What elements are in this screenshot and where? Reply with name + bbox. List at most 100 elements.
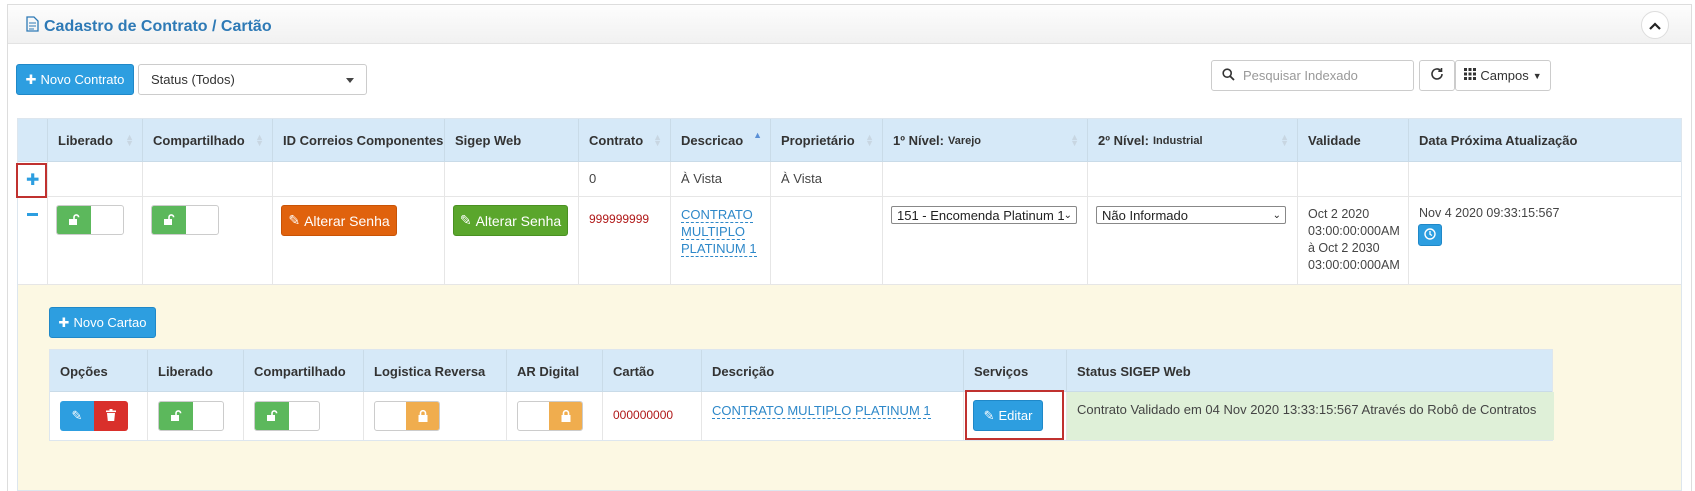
col-logistica-reversa[interactable]: Logistica Reversa (363, 350, 506, 393)
edit-card-button[interactable]: ✎ (60, 401, 94, 431)
status-select[interactable]: Status (Todos) (138, 64, 367, 95)
edit-icon: ✎ (288, 212, 301, 228)
services-highlight (965, 390, 1064, 440)
col-servicos[interactable]: Serviços (963, 350, 1066, 393)
card-descricao-link[interactable]: CONTRATO MULTIPLO PLATINUM 1 (712, 403, 931, 419)
col-opcoes[interactable]: Opções (50, 350, 147, 393)
col-status-sigep[interactable]: Status SIGEP Web (1066, 350, 1554, 393)
cell-id-correios (272, 162, 444, 196)
unlock-icon (57, 206, 91, 234)
unlock-icon (152, 206, 186, 234)
cell-descricao: CONTRATO MULTIPLO PLATINUM 1 (670, 197, 770, 284)
grid-icon (1464, 68, 1477, 83)
panel-header: Cadastro de Contrato / Cartão (8, 5, 1691, 44)
collapse-button[interactable] (1641, 11, 1669, 39)
cell-compartilhado (142, 162, 272, 196)
col-liberado[interactable]: Liberado ▲ ▼ (47, 119, 142, 162)
cell-validade: Oct 2 2020 03:00:00:000AM à Oct 2 2030 0… (1297, 197, 1408, 284)
caret-down-icon: ▼ (1532, 70, 1542, 81)
cell-validade (1297, 162, 1408, 196)
nivel-1-select[interactable]: 151 - Encomenda Platinum 1 ⌄ (891, 206, 1077, 224)
cards-header: Opções Liberado Compartilhado Logistica … (50, 350, 1554, 393)
cell-nivel-2 (1087, 162, 1297, 196)
panel-title: Cadastro de Contrato / Cartão (26, 16, 272, 37)
plus-icon: ✚ (25, 71, 37, 87)
lock-icon (406, 402, 439, 430)
nivel-2-select[interactable]: Não Informado ⌄ (1096, 206, 1286, 224)
col-validade[interactable]: Validade (1297, 119, 1408, 162)
card-liberado-toggle[interactable] (158, 401, 224, 431)
refresh-button[interactable] (1419, 60, 1455, 91)
edit-icon: ✎ (71, 408, 83, 423)
search-icon (1222, 67, 1235, 84)
schedule-button[interactable] (1418, 224, 1442, 246)
cell-liberado (47, 197, 142, 284)
chevron-down-icon: ⌄ (1272, 210, 1281, 221)
table-row[interactable]: ✎ Alterar Senha ✎ Alterar Senha 99999999… (18, 197, 1681, 285)
logistica-reversa-toggle[interactable] (374, 401, 440, 431)
collapse-cell[interactable] (18, 197, 47, 284)
col-nivel-2[interactable]: 2º Nível: Industrial ▲ ▼ (1087, 119, 1297, 162)
descricao-link[interactable]: CONTRATO MULTIPLO PLATINUM 1 (681, 206, 760, 257)
card-compartilhado-toggle[interactable] (254, 401, 320, 431)
cell-status-sigep: Contrato Validado em 04 Nov 2020 13:33:1… (1066, 392, 1554, 440)
cell-liberado (47, 162, 142, 196)
sort-icon: ▲ ▼ (255, 132, 264, 148)
contract-detail: ✚ Novo Cartao Opções Liberado Compartilh… (18, 285, 1681, 490)
col-descricao[interactable]: Descricao ▲ (670, 119, 770, 162)
cell-data-proxima (1408, 162, 1681, 196)
cell-compartilhado (142, 197, 272, 284)
col-nivel-1[interactable]: 1º Nível: Varejo ▲ ▼ (882, 119, 1087, 162)
alterar-senha-sigep-button[interactable]: ✎ Alterar Senha (453, 205, 568, 236)
col-proprietario[interactable]: Proprietário ▲ ▼ (770, 119, 882, 162)
col-liberado[interactable]: Liberado (147, 350, 243, 393)
col-compartilhado[interactable]: Compartilhado (243, 350, 363, 393)
col-sigep-web[interactable]: Sigep Web (444, 119, 578, 162)
grid-header: Liberado ▲ ▼ Compartilhado ▲ ▼ ID Correios C… (18, 119, 1681, 162)
cell-contrato: 999999999 (578, 197, 670, 284)
sort-icon: ▲ ▼ (1070, 132, 1079, 148)
table-row[interactable]: ✚ 0 À Vista À Vista (18, 162, 1681, 197)
col-descricao[interactable]: Descrição (701, 350, 963, 393)
minus-icon[interactable] (27, 213, 38, 216)
cell-nivel-2: Não Informado ⌄ (1087, 197, 1297, 284)
cell-proprietario (770, 197, 882, 284)
cell-cartao: 000000000 (602, 392, 701, 440)
col-cartao[interactable]: Cartão (602, 350, 701, 393)
cell-logistica-reversa (363, 392, 506, 440)
col-contrato[interactable]: Contrato ▲ ▼ (578, 119, 670, 162)
cell-liberado (147, 392, 243, 440)
col-ar-digital[interactable]: AR Digital (506, 350, 602, 393)
refresh-icon (1430, 67, 1444, 84)
col-id-correios[interactable]: ID Correios Componentes (272, 119, 444, 162)
cell-opcoes: ✎ (50, 392, 147, 440)
unlock-icon (255, 402, 289, 430)
liberado-toggle[interactable] (56, 205, 124, 235)
unlock-icon (159, 402, 193, 430)
ar-digital-toggle[interactable] (517, 401, 583, 431)
caret-down-icon (346, 77, 354, 83)
sort-icon: ▲ ▼ (125, 132, 134, 148)
compartilhado-toggle[interactable] (151, 205, 219, 235)
fields-button[interactable]: Campos ▼ (1455, 60, 1551, 91)
alterar-senha-button[interactable]: ✎ Alterar Senha (281, 205, 397, 236)
cards-grid: Opções Liberado Compartilhado Logistica … (49, 349, 1554, 441)
trash-icon (106, 408, 116, 424)
plus-icon: ✚ (58, 314, 70, 330)
contracts-grid: Liberado ▲ ▼ Compartilhado ▲ ▼ ID Correios C… (17, 118, 1682, 491)
delete-card-button[interactable] (94, 401, 128, 431)
cell-nivel-1 (882, 162, 1087, 196)
document-icon (26, 16, 39, 37)
cell-proprietario: À Vista (770, 162, 882, 196)
card-row[interactable]: ✎ 000000000 CONTRATO MULTIPLO PLATINUM 1… (50, 392, 1554, 440)
sort-icon: ▲ ▼ (653, 132, 662, 148)
sort-asc-icon: ▲ (753, 130, 762, 140)
new-card-button[interactable]: ✚ Novo Cartao (49, 307, 156, 338)
col-compartilhado[interactable]: Compartilhado ▲ ▼ (142, 119, 272, 162)
new-contract-button[interactable]: ✚ Novo Contrato (16, 64, 134, 95)
col-data-proxima[interactable]: Data Próxima Atualização (1408, 119, 1681, 162)
chevron-up-icon (1649, 18, 1661, 33)
sort-icon: ▲ ▼ (865, 132, 874, 148)
cell-descricao: CONTRATO MULTIPLO PLATINUM 1 (701, 392, 963, 440)
search-input[interactable]: Pesquisar Indexado (1211, 60, 1414, 91)
